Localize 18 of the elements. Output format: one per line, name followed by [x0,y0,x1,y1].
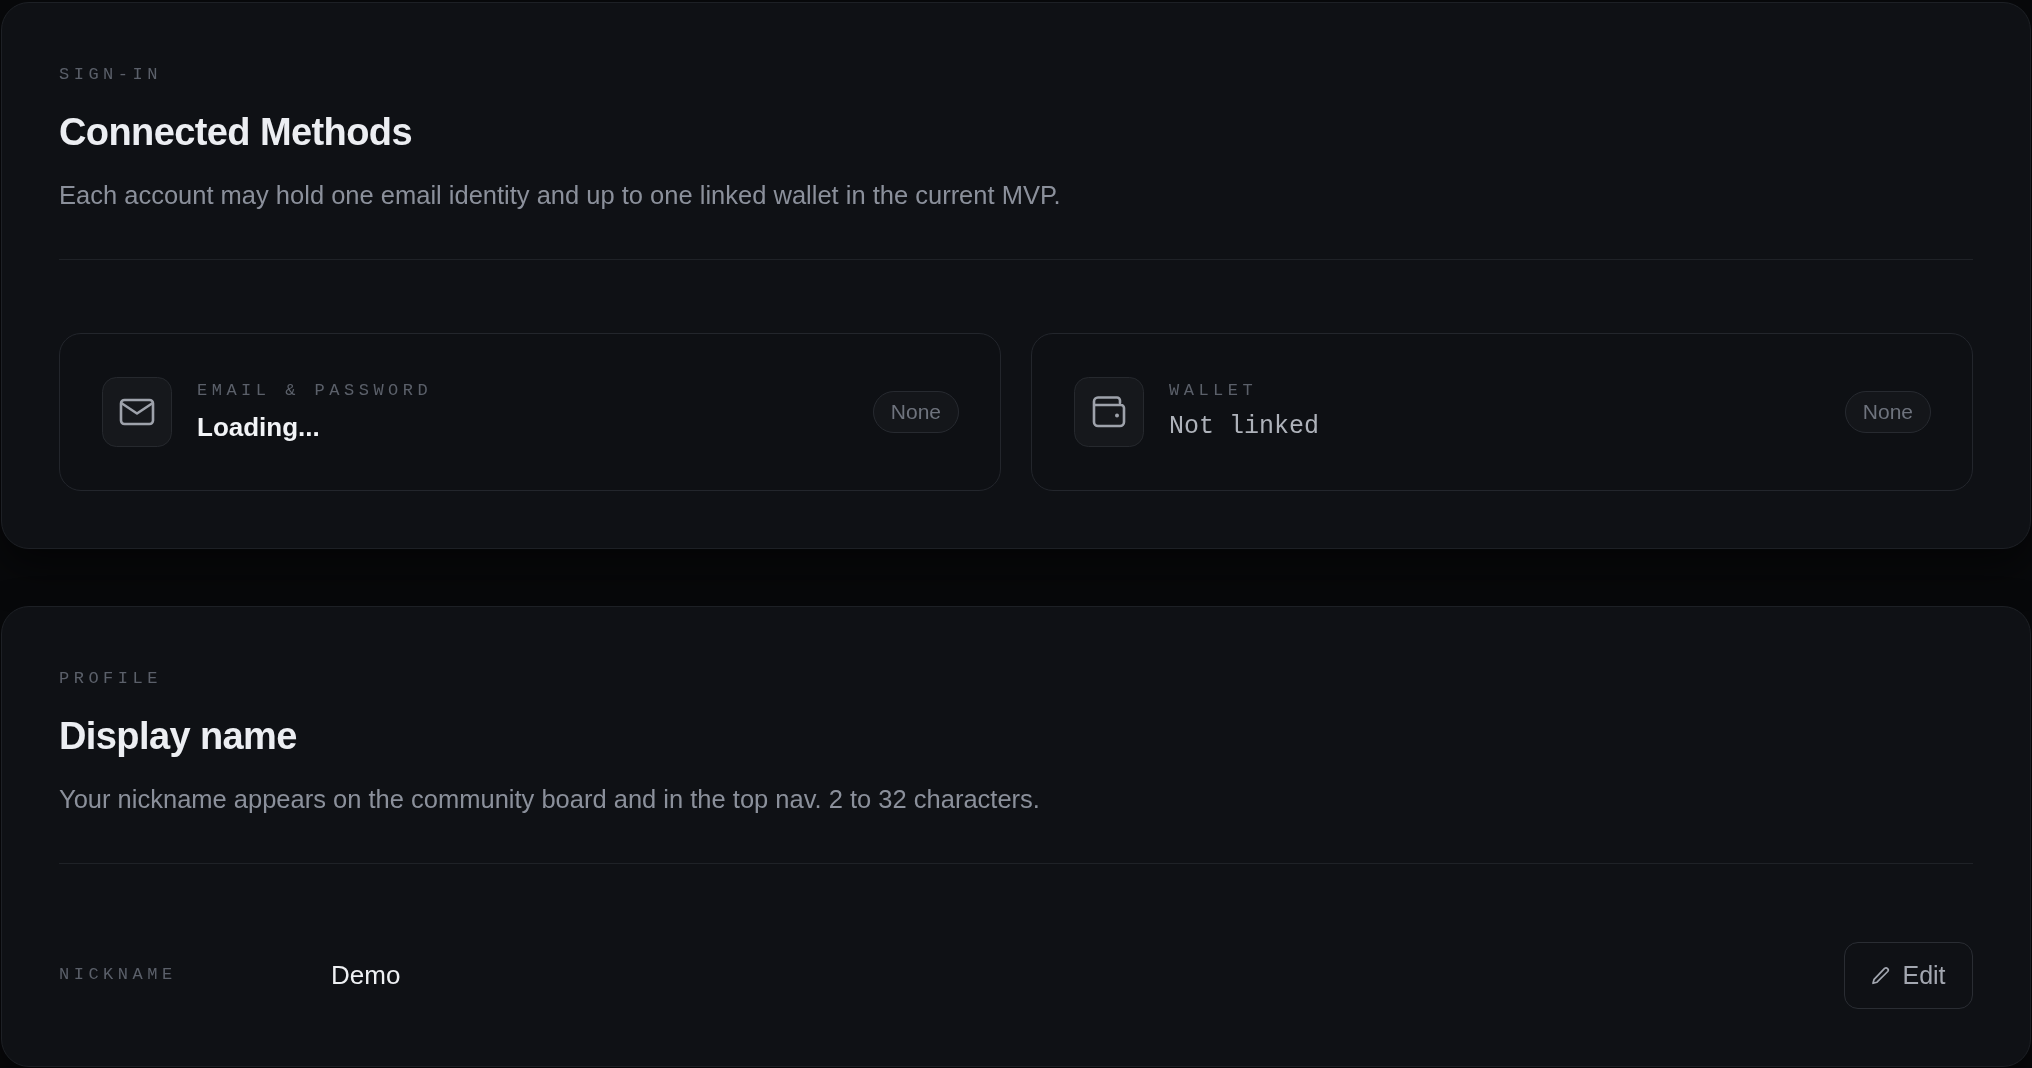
field-label: NICKNAME [59,965,178,985]
section-description: Your nickname appears on the community board and in the top nav. 2 to 32 characters. [59,784,1040,815]
method-label: WALLET [1169,381,1258,401]
section-description: Each account may hold one email identity and up to one linked wallet in the current MVP. [59,180,1061,211]
section-title: Connected Methods [59,110,412,155]
pencil-icon [1871,965,1891,985]
method-value: Loading... [197,411,320,443]
section-eyebrow: SIGN-IN [59,65,162,85]
status-badge: None [872,391,959,433]
section-eyebrow: PROFILE [59,669,162,689]
field-value: Demo [331,959,401,991]
section-title: Display name [59,714,297,759]
method-label: EMAIL & PASSWORD [197,381,433,401]
mail-icon [102,377,172,447]
status-badge: None [1844,391,1931,433]
wallet-icon [1074,377,1144,447]
edit-button[interactable]: Edit [1844,941,1973,1009]
method-value: Not linked [1169,411,1320,443]
